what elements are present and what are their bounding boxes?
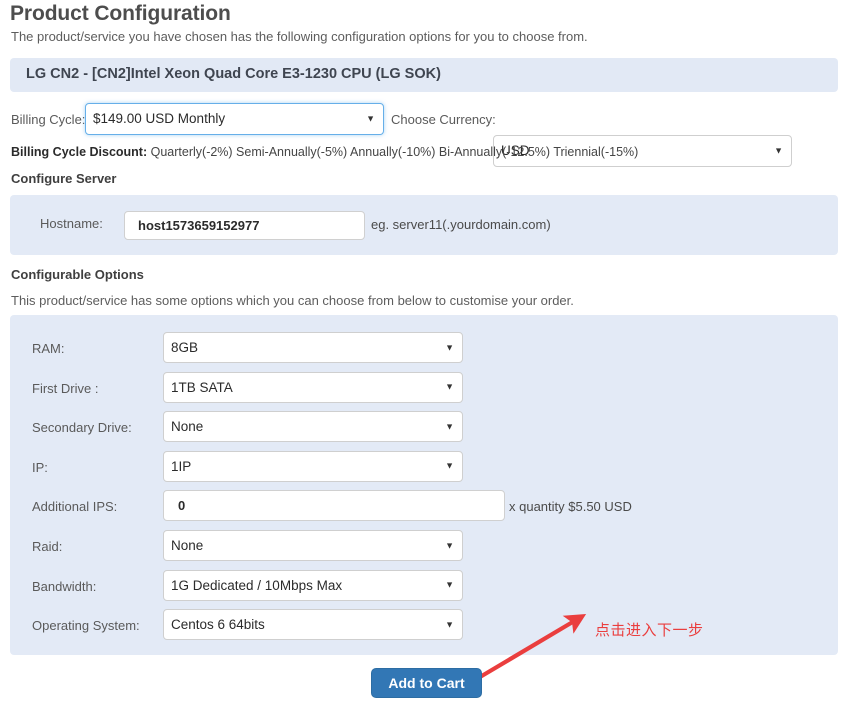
configurable-option-label: IP: [32,459,48,475]
choose-currency-label: Choose Currency: [391,112,496,127]
configurable-option-label: Additional IPS: [32,499,118,515]
configurable-option-select[interactable]: None ▼ [163,411,463,443]
configurable-option-input[interactable]: 0 [163,490,505,522]
add-to-cart-button[interactable]: Add to Cart [371,668,482,698]
configurable-option-row: IP: 1IP ▼ [10,450,838,490]
page-subtitle: The product/service you have chosen has … [11,29,588,44]
hostname-label: Hostname: [40,216,103,231]
configurable-option-select[interactable]: 1G Dedicated / 10Mbps Max ▼ [163,569,463,601]
configurable-option-select[interactable]: 1IP ▼ [163,450,463,482]
product-name-label: LG CN2 - [CN2]Intel Xeon Quad Core E3-12… [26,66,441,82]
configurable-option-label: First Drive : [32,380,99,396]
chevron-down-icon: ▼ [445,460,454,471]
configurable-option-suffix: x quantity $5.50 USD [509,499,632,515]
configurable-option-select[interactable]: None ▼ [163,530,463,561]
configurable-option-label: Secondary Drive: [32,420,132,436]
configurable-option-value: 1IP [171,458,192,474]
chevron-down-icon: ▼ [445,619,454,630]
configurable-options-heading: Configurable Options [11,267,144,282]
configurable-option-label: Operating System: [32,618,140,634]
configurable-option-select[interactable]: 8GB ▼ [163,332,463,363]
configurable-option-value: 1TB SATA [171,379,233,395]
configurable-option-value: None [171,538,204,553]
configurable-option-row: Bandwidth: 1G Dedicated / 10Mbps Max ▼ [10,569,838,609]
page-title: Product Configuration [10,2,231,25]
configurable-option-row: Operating System: Centos 6 64bits ▼ [10,609,838,648]
configure-server-heading: Configure Server [11,171,117,186]
hostname-hint: eg. server11(.yourdomain.com) [371,217,551,232]
product-configuration-page: Product Configuration The product/servic… [0,0,850,706]
configurable-option-row: First Drive : 1TB SATA ▼ [10,371,838,411]
chevron-down-icon: ▼ [445,421,454,432]
billing-cycle-selected-value: $149.00 USD Monthly [93,111,226,126]
billing-cycle-discount-items: Quarterly(-2%) Semi-Annually(-5%) Annual… [150,145,639,159]
configurable-option-select[interactable]: 1TB SATA ▼ [163,371,463,403]
chevron-down-icon: ▼ [445,381,454,392]
hostname-input[interactable]: host1573659152977 [124,211,365,240]
configurable-options-panel: RAM: 8GB ▼ First Drive :1TB SATA ▼ Secondary … [10,315,838,655]
configurable-option-label: Raid: [32,539,63,554]
configurable-option-select[interactable]: Centos 6 64bits ▼ [163,609,463,641]
billing-cycle-discount: Billing Cycle Discount: Quarterly(-2%) S… [11,145,638,159]
product-banner: LG CN2 - [CN2]Intel Xeon Quad Core E3-12… [10,58,838,92]
billing-cycle-label: Billing Cycle: [11,112,86,127]
configurable-option-value: 8GB [171,340,199,355]
chevron-down-icon: ▼ [366,113,375,124]
configurable-option-label: Bandwidth: [32,578,97,594]
annotation-text: 点击进入下一步 [595,622,704,639]
configurable-option-row: RAM: 8GB ▼ [10,332,838,371]
chevron-down-icon: ▼ [445,579,454,590]
configurable-option-row: Additional IPS: 0 x quantity $5.50 USD [10,490,838,529]
chevron-down-icon: ▼ [445,342,454,352]
configurable-option-row: Secondary Drive: None ▼ [10,411,838,450]
configurable-option-value: None [171,419,204,435]
chevron-down-icon: ▼ [774,145,783,156]
billing-cycle-select[interactable]: $149.00 USD Monthly ▼ [85,103,384,135]
configurable-option-label: RAM: [32,341,65,356]
configurable-option-value: 1G Dedicated / 10Mbps Max [171,577,343,593]
billing-cycle-discount-title: Billing Cycle Discount: [11,145,148,159]
configurable-option-value: Centos 6 64bits [171,617,265,633]
billing-row: Billing Cycle: $149.00 USD Monthly ▼ Cho… [0,103,850,167]
configurable-options-note: This product/service has some options wh… [11,293,574,308]
chevron-down-icon: ▼ [445,540,454,550]
configurable-option-row: Raid: None ▼ [10,530,838,569]
